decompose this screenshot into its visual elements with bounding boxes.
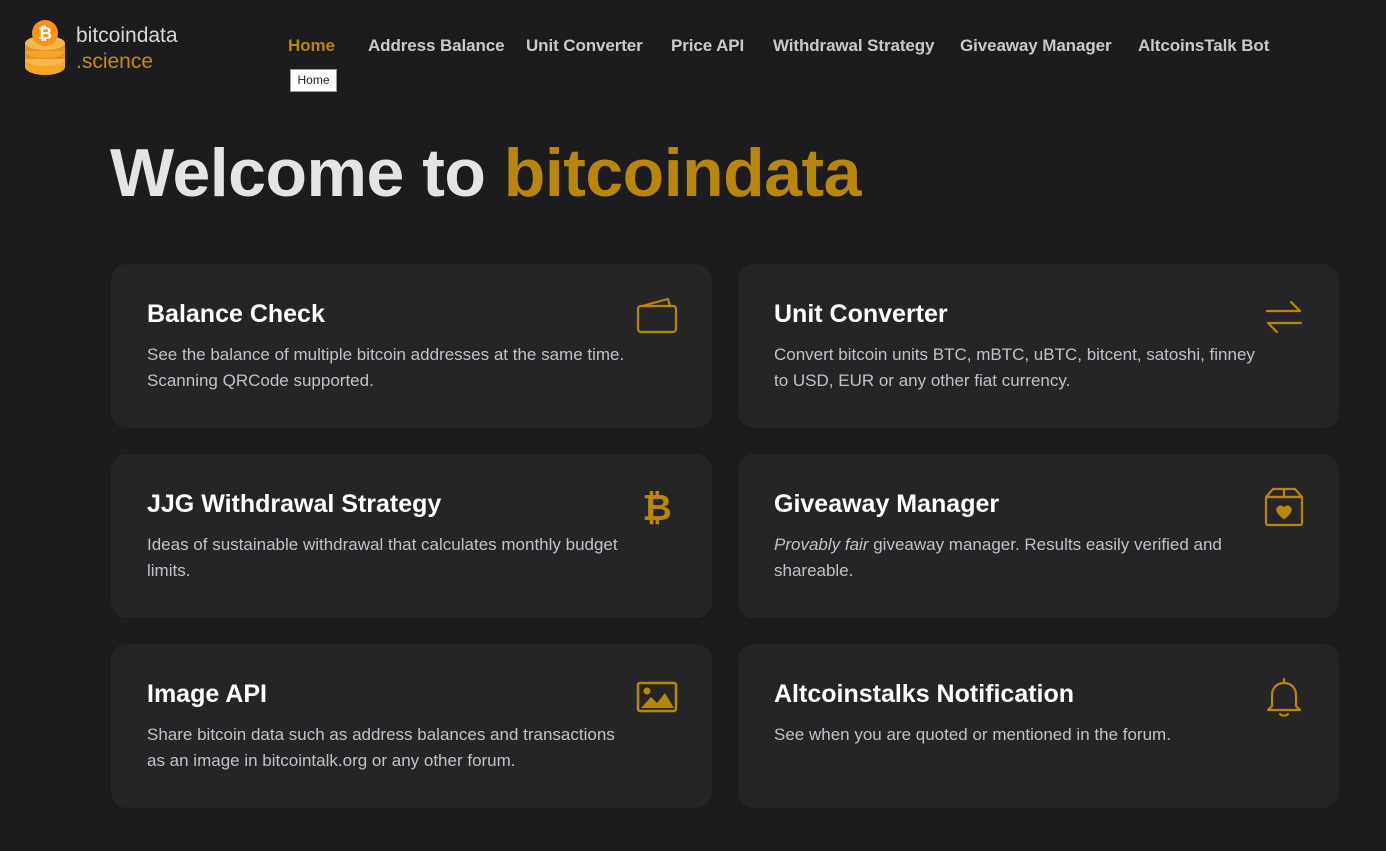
card-image-api[interactable]: Image API Share bitcoin data such as add…	[111, 644, 712, 808]
site-header: ₿ bitcoindata .science Home Address Bala…	[0, 0, 1386, 100]
card-title: Altcoinstalks Notification	[774, 680, 1075, 708]
wallet-icon	[636, 296, 678, 338]
swap-arrows-icon	[1263, 296, 1305, 338]
card-title: Image API	[147, 680, 267, 708]
bitcoin-icon: ₿	[636, 486, 678, 528]
card-description-emphasis: Provably fair	[774, 535, 869, 554]
bitcoin-coins-logo-icon: ₿	[22, 19, 68, 77]
card-description: Share bitcoin data such as address balan…	[147, 725, 615, 770]
card-title: Unit Converter	[774, 300, 948, 328]
card-description: See the balance of multiple bitcoin addr…	[147, 345, 625, 390]
card-giveaway-manager[interactable]: Giveaway Manager Provably fair giveaway …	[738, 454, 1339, 618]
gift-box-heart-icon	[1263, 486, 1305, 528]
home-tooltip: Home	[290, 69, 337, 92]
nav-item-home[interactable]: Home	[288, 36, 335, 56]
logo-text-domain: .science	[76, 50, 154, 73]
card-title: Giveaway Manager	[774, 490, 1000, 518]
page-title-prefix: Welcome to	[110, 135, 486, 211]
card-unit-converter[interactable]: Unit Converter Convert bitcoin units BTC…	[738, 264, 1339, 428]
page-title-brand: bitcoindata	[503, 135, 862, 211]
card-jjg-withdrawal-strategy[interactable]: JJG Withdrawal Strategy Ideas of sustain…	[111, 454, 712, 618]
nav-item-giveaway-manager[interactable]: Giveaway Manager	[960, 36, 1112, 56]
site-logo[interactable]: ₿ bitcoindata .science	[22, 19, 178, 77]
card-balance-check[interactable]: Balance Check See the balance of multipl…	[111, 264, 712, 428]
svg-text:₿: ₿	[642, 488, 671, 528]
logo-text-primary: bitcoindata	[76, 24, 178, 47]
svg-text:₿: ₿	[38, 24, 52, 44]
card-title: Balance Check	[147, 300, 325, 328]
page-title: Welcome to bitcoindata	[110, 134, 861, 212]
nav-item-unit-converter[interactable]: Unit Converter	[526, 36, 643, 56]
card-description: Convert bitcoin units BTC, mBTC, uBTC, b…	[774, 345, 1255, 390]
nav-item-price-api[interactable]: Price API	[671, 36, 744, 56]
bell-icon	[1263, 676, 1305, 718]
image-icon	[636, 676, 678, 718]
nav-item-altcoinstalk-bot[interactable]: AltcoinsTalk Bot	[1138, 36, 1269, 56]
nav-item-address-balance[interactable]: Address Balance	[368, 36, 505, 56]
card-description: See when you are quoted or mentioned in …	[774, 725, 1171, 744]
card-title: JJG Withdrawal Strategy	[147, 490, 442, 518]
nav-item-withdrawal-strategy[interactable]: Withdrawal Strategy	[773, 36, 934, 56]
card-description: Provably fair giveaway manager. Results …	[774, 532, 1264, 584]
card-description: Ideas of sustainable withdrawal that cal…	[147, 535, 618, 580]
logo-text: bitcoindata .science	[76, 23, 178, 75]
card-altcoinstalks-notification[interactable]: Altcoinstalks Notification See when you …	[738, 644, 1339, 808]
